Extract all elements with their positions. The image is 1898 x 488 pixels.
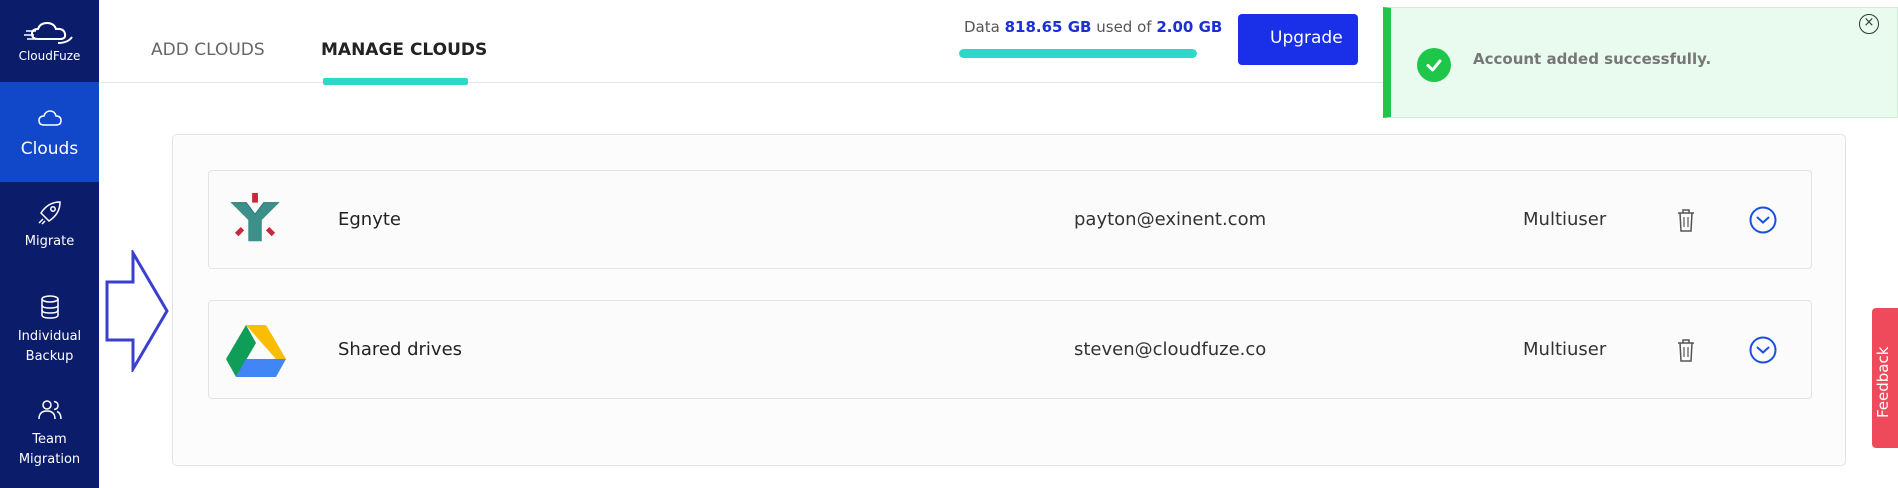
sidebar-item-label: Clouds xyxy=(20,139,79,159)
usage-used: 818.65 GB xyxy=(1004,18,1092,36)
sidebar-item-label-line1: Team xyxy=(32,432,67,447)
sidebar-item-individual-backup[interactable]: Individual Backup xyxy=(0,290,99,370)
sidebar-item-migrate[interactable]: Migrate xyxy=(0,195,99,255)
sidebar-item-label-line2: Backup xyxy=(25,349,74,364)
success-toast: Account added successfully. × xyxy=(1383,7,1898,118)
usage-middle: used of xyxy=(1096,18,1152,36)
sidebar-item-team-migration[interactable]: Team Migration xyxy=(0,393,99,473)
active-tab-indicator xyxy=(323,78,468,85)
trash-icon[interactable] xyxy=(1675,207,1697,233)
cloudfuze-logo[interactable]: CloudFuze xyxy=(0,0,99,80)
storage-usage-bar xyxy=(959,49,1197,58)
cloud-name: Shared drives xyxy=(338,339,463,360)
cloud-email: steven@cloudfuze.co xyxy=(1074,339,1267,360)
cloud-type: Multiuser xyxy=(1523,339,1607,360)
sidebar-item-label: Migrate xyxy=(24,234,75,249)
upgrade-button[interactable]: Upgrade xyxy=(1238,14,1358,65)
usage-total: 2.00 GB xyxy=(1156,18,1223,36)
close-icon[interactable]: × xyxy=(1859,14,1879,34)
sidebar: CloudFuze Clouds Migrate Individual Back… xyxy=(0,0,99,488)
check-circle-icon xyxy=(1417,48,1451,82)
cloud-type: Multiuser xyxy=(1523,209,1607,230)
toast-message: Account added successfully. xyxy=(1473,50,1712,68)
feedback-tab[interactable]: Feedback xyxy=(1872,308,1898,448)
cloud-account-row: Egnyte payton@exinent.com Multiuser xyxy=(208,170,1812,269)
rocket-icon xyxy=(37,201,61,225)
google-drive-logo xyxy=(223,317,289,383)
chevron-down-icon[interactable] xyxy=(1748,205,1778,235)
storage-usage-fill xyxy=(959,49,1197,58)
cloudfuze-logo-icon xyxy=(23,21,73,44)
tab-add-clouds[interactable]: ADD CLOUDS xyxy=(151,40,265,60)
cloud-name: Egnyte xyxy=(338,209,401,230)
sidebar-item-label-line2: Migration xyxy=(18,452,81,467)
usage-prefix: Data xyxy=(964,18,1000,36)
app-root: CloudFuze Clouds Migrate Individual Back… xyxy=(0,0,1898,488)
storage-usage-text: Data 818.65 GB used of 2.00 GB xyxy=(964,18,1222,36)
cloud-icon xyxy=(37,110,62,126)
cloud-account-row: Shared drives steven@cloudfuze.co Multiu… xyxy=(208,300,1812,399)
logo-text: CloudFuze xyxy=(18,49,81,63)
tab-manage-clouds[interactable]: MANAGE CLOUDS xyxy=(321,40,487,60)
sidebar-item-label-line1: Individual xyxy=(17,329,82,344)
database-icon xyxy=(40,295,59,319)
trash-icon[interactable] xyxy=(1675,337,1697,363)
right-arrow-icon xyxy=(105,250,169,372)
egnyte-logo xyxy=(223,187,289,253)
cloud-email: payton@exinent.com xyxy=(1074,209,1267,230)
chevron-down-icon[interactable] xyxy=(1748,335,1778,365)
users-icon xyxy=(37,400,62,420)
cloud-accounts-panel: Egnyte payton@exinent.com Multiuser Shar… xyxy=(172,134,1846,466)
feedback-label: Feedback xyxy=(1874,346,1892,418)
sidebar-item-clouds[interactable]: Clouds xyxy=(0,82,99,182)
